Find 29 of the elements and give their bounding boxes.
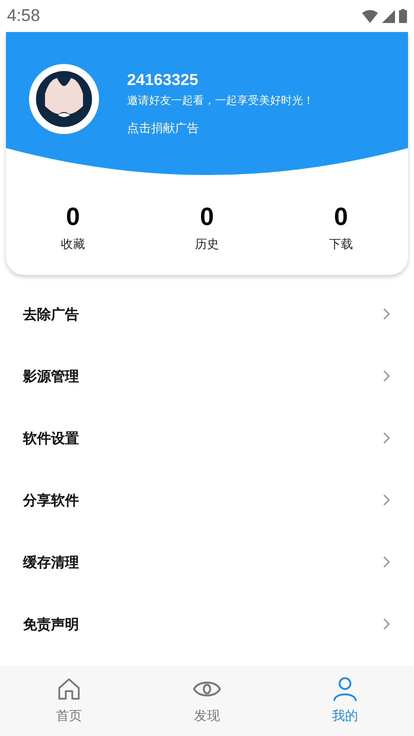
- nav-tab[interactable]: 首页: [0, 666, 138, 736]
- chevron-icon: [383, 556, 390, 568]
- chevron-icon: [383, 494, 390, 506]
- chevron-icon: [383, 618, 390, 630]
- menu-item[interactable]: 免责声明: [0, 593, 414, 655]
- person-icon: [332, 676, 358, 702]
- home-icon: [56, 676, 82, 702]
- avatar: [29, 64, 99, 134]
- stat-label[interactable]: 收藏: [61, 235, 85, 253]
- menu-item[interactable]: 缓存清理: [0, 531, 414, 593]
- stat-value: 0: [66, 202, 80, 232]
- nav-tab[interactable]: 发现: [138, 666, 276, 736]
- menu-item[interactable]: 去除广告: [0, 283, 414, 345]
- stat-label[interactable]: 下载: [329, 235, 353, 253]
- chevron-icon: [383, 308, 390, 320]
- signal-icon: [382, 10, 395, 22]
- stat-label[interactable]: 历史: [195, 235, 219, 253]
- wifi-icon: [362, 10, 378, 22]
- menu-item[interactable]: 分享软件: [0, 469, 414, 531]
- stat-value: 0: [334, 202, 348, 232]
- stat-value: 0: [200, 202, 214, 232]
- status-time: 4:58: [7, 5, 40, 28]
- battery-icon: [399, 9, 407, 23]
- chevron-icon: [383, 370, 390, 382]
- menu-item[interactable]: 软件设置: [0, 407, 414, 469]
- menu-item[interactable]: 影源管理: [0, 345, 414, 407]
- slogan: 邀请好友一起看，一起享受美好时光！: [127, 94, 314, 109]
- user-id: 24163325: [127, 71, 200, 91]
- chevron-icon: [383, 432, 390, 444]
